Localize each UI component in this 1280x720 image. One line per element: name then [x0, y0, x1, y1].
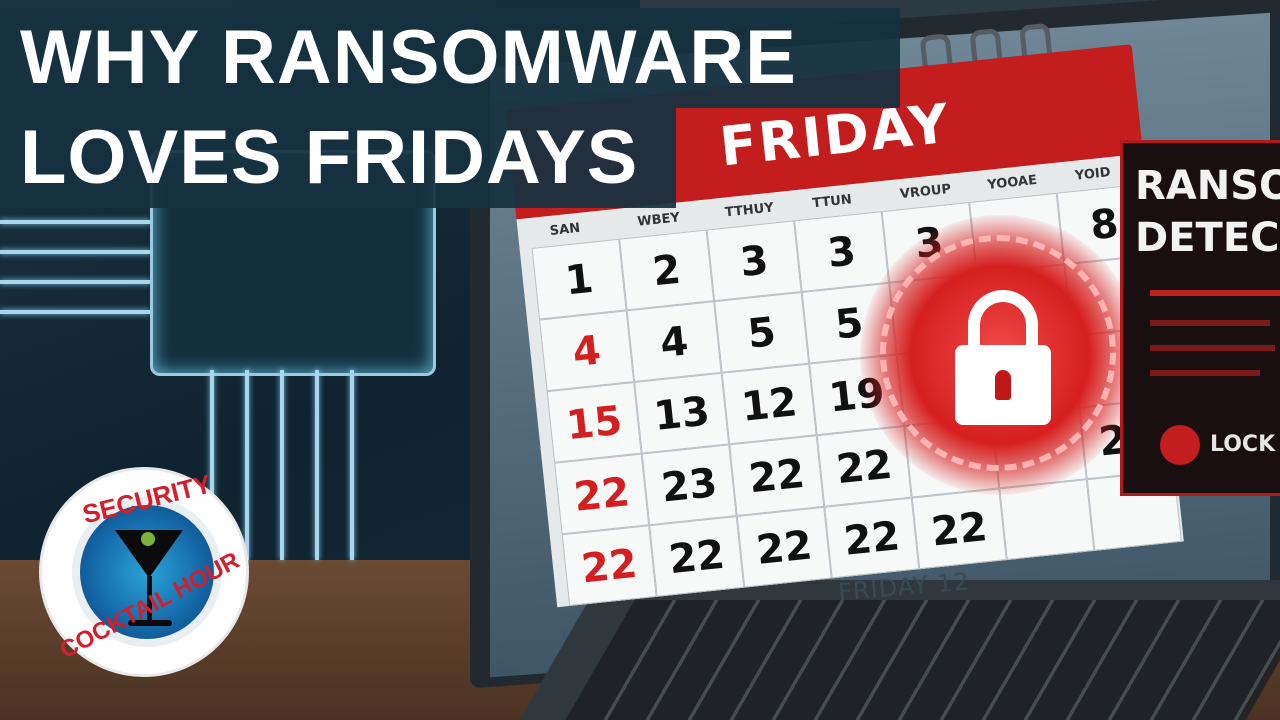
calendar-day-header: SAN — [549, 220, 581, 239]
circuit-trace — [350, 370, 354, 560]
calendar-day-cell: 22 — [736, 506, 832, 588]
circuit-trace — [315, 370, 319, 560]
calendar-day-cell: 3 — [794, 211, 890, 292]
calendar-day-cell: 22 — [554, 453, 650, 535]
keyboard-keys — [565, 600, 1280, 720]
calendar-day-cell: 4 — [626, 301, 722, 382]
alert-lock-label: LOCK — [1210, 432, 1276, 457]
calendar-day-cell: 2 — [619, 229, 715, 311]
keyhole-icon — [995, 370, 1011, 400]
headline-block: WHY RANSOMWARE LOVES FRIDAYS — [0, 0, 900, 216]
alert-title-line2: DETEC — [1135, 215, 1280, 261]
calendar-day-cell: 12 — [721, 363, 817, 445]
calendar-day-cell: 22 — [649, 516, 745, 597]
alert-text-line — [1150, 370, 1260, 376]
olive-icon — [141, 532, 155, 546]
alert-text-line — [1150, 345, 1275, 351]
circuit-trace — [245, 370, 249, 560]
calendar-day-cell: 22 — [729, 435, 825, 517]
calendar-day-cell: 1 — [531, 238, 627, 320]
alert-title-line1: RANSOM — [1135, 163, 1280, 209]
headline-line-1: WHY RANSOMWARE — [20, 15, 797, 100]
circuit-trace — [0, 220, 150, 224]
headline-line-2: LOVES FRIDAYS — [20, 115, 639, 200]
alert-text-line — [1150, 320, 1270, 326]
calendar-day-cell: 22 — [824, 497, 920, 579]
calendar-day-cell: 23 — [641, 444, 737, 526]
calendar-day-cell: 22 — [911, 488, 1007, 570]
calendar-day-cell: 3 — [706, 220, 802, 302]
thumbnail-scene: FRIDAY SAN WBEY TTHUY TTUN VROUP YOOAE YOID 12… — [0, 0, 1280, 720]
alert-logo-icon — [1160, 425, 1200, 465]
circuit-trace — [0, 280, 150, 284]
circuit-trace — [280, 370, 284, 560]
calendar-day-cell: 22 — [561, 525, 657, 607]
calendar-day-cell: 5 — [714, 291, 810, 373]
circuit-trace — [0, 310, 150, 314]
circuit-trace — [0, 250, 150, 254]
alert-divider — [1150, 290, 1280, 296]
calendar-day-cell: 15 — [546, 381, 642, 463]
calendar-day-cell: 4 — [539, 310, 635, 392]
alert-title: RANSOM DETEC — [1135, 160, 1280, 264]
calendar-day-cell: 13 — [634, 372, 730, 454]
